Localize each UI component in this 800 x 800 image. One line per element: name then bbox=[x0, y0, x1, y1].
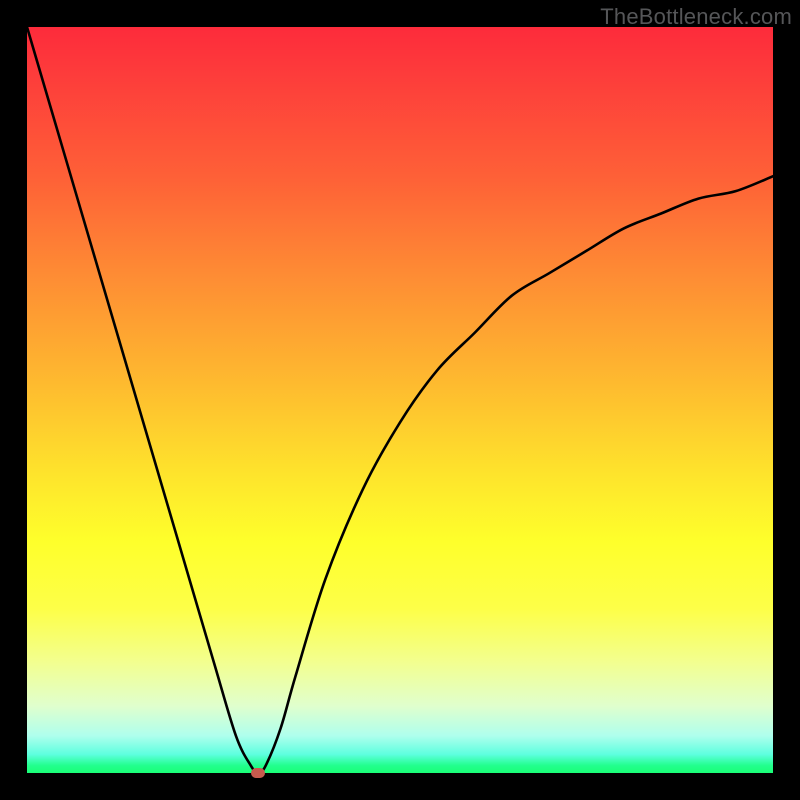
bottleneck-curve bbox=[27, 27, 773, 773]
chart-area bbox=[27, 27, 773, 773]
minimum-marker bbox=[251, 768, 265, 778]
